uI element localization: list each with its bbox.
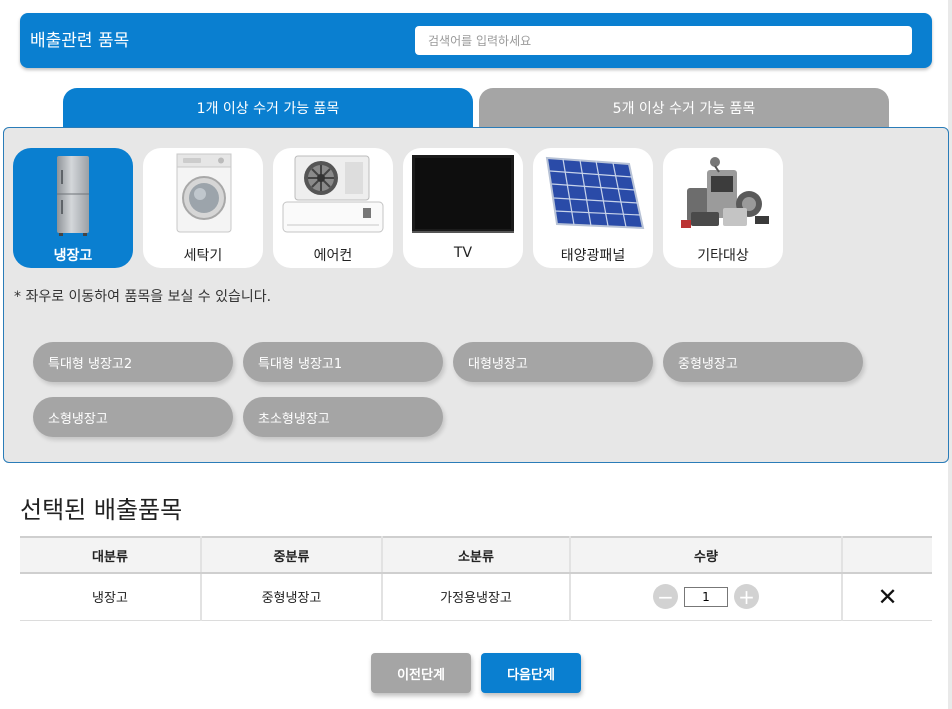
column-header: 소분류	[382, 536, 571, 574]
air-conditioner-icon	[282, 155, 384, 233]
table-header-row: 대분류 중분류 소분류 수량	[20, 536, 932, 574]
subcategory-chip[interactable]: 특대형 냉장고2	[33, 342, 233, 382]
category-tv[interactable]: TV	[403, 148, 523, 268]
quantity-stepper: − +	[653, 584, 759, 610]
category-solar-panel[interactable]: 태양광패널	[533, 148, 653, 268]
tab-5plus-items[interactable]: 5개 이상 수거 가능 품목	[479, 88, 889, 128]
subcategory-chip[interactable]: 특대형 냉장고1	[243, 342, 443, 382]
minor-category-cell: 가정용냉장고	[382, 573, 571, 621]
major-category-cell: 냉장고	[20, 573, 202, 621]
column-header	[842, 536, 932, 574]
misc-appliances-icon	[681, 157, 769, 228]
next-step-button[interactable]: 다음단계	[481, 653, 581, 693]
table-row: 냉장고 중형냉장고 가정용냉장고 − + ✕	[20, 573, 932, 621]
tab-1plus-items[interactable]: 1개 이상 수거 가능 품목	[63, 88, 473, 128]
subcategory-chip[interactable]: 소형냉장고	[33, 397, 233, 437]
tv-icon	[412, 155, 514, 233]
solar-panel-icon	[545, 156, 645, 230]
remove-item-button[interactable]: ✕	[877, 583, 897, 611]
quantity-input[interactable]	[684, 586, 728, 607]
selected-items-table: 대분류 중분류 소분류 수량 냉장고 중형냉장고 가정용냉장고 − + ✕	[20, 536, 932, 621]
search-input[interactable]	[415, 26, 912, 55]
category-refrigerator[interactable]: 냉장고	[13, 148, 133, 268]
subcategory-chip[interactable]: 중형냉장고	[663, 342, 863, 382]
category-label: 태양광패널	[560, 248, 626, 264]
column-header: 중분류	[201, 536, 383, 574]
subcategory-chip[interactable]: 초소형냉장고	[243, 397, 443, 437]
category-misc[interactable]: 기타대상	[663, 148, 783, 268]
washing-machine-icon	[176, 153, 232, 233]
header-title: 배출관련 품목	[30, 31, 130, 51]
quantity-cell: − +	[570, 573, 843, 621]
decrease-quantity-button[interactable]: −	[653, 584, 678, 610]
column-header: 대분류	[20, 536, 202, 574]
category-label: 냉장고	[53, 248, 93, 264]
category-label: TV	[453, 245, 473, 261]
middle-category-cell: 중형냉장고	[201, 573, 383, 621]
category-label: 기타대상	[697, 248, 749, 264]
scroll-hint: * 좌우로 이동하여 품목을 보실 수 있습니다.	[14, 289, 272, 305]
subcategory-chip[interactable]: 대형냉장고	[453, 342, 653, 382]
previous-step-button[interactable]: 이전단계	[371, 653, 471, 693]
refrigerator-icon	[57, 156, 89, 236]
column-header: 수량	[570, 536, 843, 574]
remove-cell: ✕	[842, 573, 932, 621]
category-washing-machine[interactable]: 세탁기	[143, 148, 263, 268]
increase-quantity-button[interactable]: +	[734, 584, 759, 610]
selected-items-title: 선택된 배출품목	[20, 496, 183, 524]
category-air-conditioner[interactable]: 에어컨	[273, 148, 393, 268]
category-label: 세탁기	[183, 248, 223, 264]
category-panel: 냉장고 세탁기 에어컨 TV 태양광패널 기타대상 * 좌우로 이동하여 품목을…	[3, 127, 949, 463]
search-header: 배출관련 품목	[20, 13, 932, 68]
category-label: 에어컨	[313, 248, 353, 264]
